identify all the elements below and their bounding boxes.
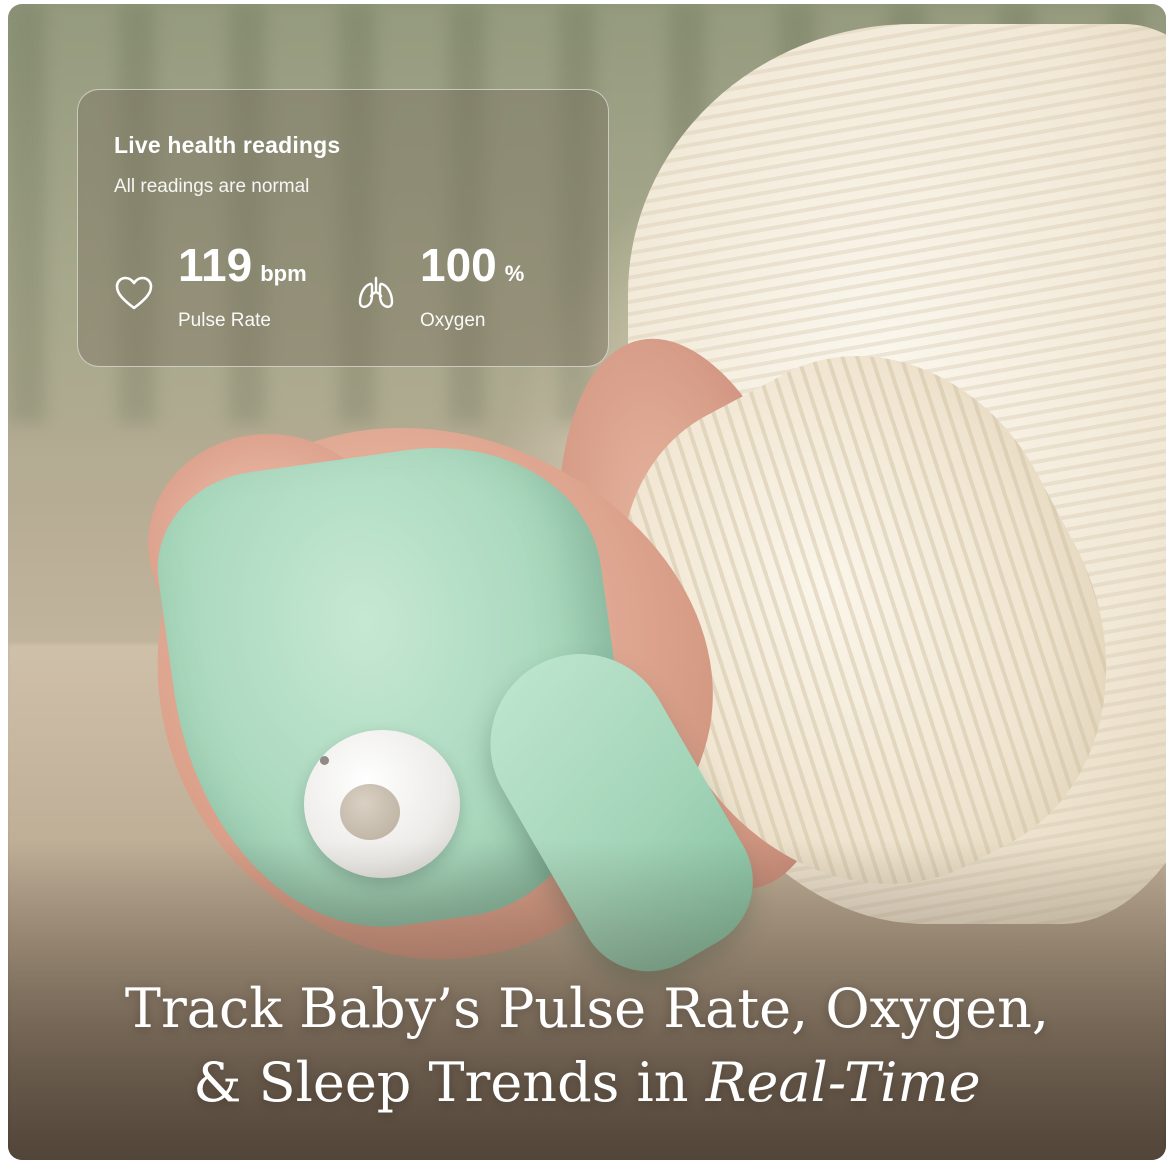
pulse-rate-value: 119 bpm (178, 242, 307, 288)
oxygen-value: 100% (420, 242, 524, 288)
headline-line-1: Track Baby’s Pulse Rate, Oxygen, (124, 977, 1050, 1040)
oxygen-label: Oxygen (420, 310, 486, 331)
lungs-icon (358, 276, 394, 308)
oxygen-unit: % (504, 261, 525, 286)
headline-emphasis: Real-Time (705, 1051, 981, 1114)
pulse-rate-unit: bpm (260, 261, 307, 286)
headline-line-2: & Sleep Trends in Real-Time (8, 1046, 1166, 1120)
pulse-rate-label: Pulse Rate (178, 310, 271, 331)
card-title: Live health readings (114, 132, 341, 158)
card-subtitle: All readings are normal (114, 176, 310, 197)
hero-image: Live health readings All readings are no… (8, 4, 1166, 1160)
heart-icon (115, 276, 153, 310)
headline: Track Baby’s Pulse Rate, Oxygen, & Sleep… (8, 972, 1166, 1120)
oxygen-number: 100 (420, 239, 497, 291)
pulse-rate-number: 119 (178, 239, 253, 291)
health-readings-card: Live health readings All readings are no… (77, 89, 609, 367)
headline-line-2-text: & Sleep Trends in (193, 1051, 706, 1114)
